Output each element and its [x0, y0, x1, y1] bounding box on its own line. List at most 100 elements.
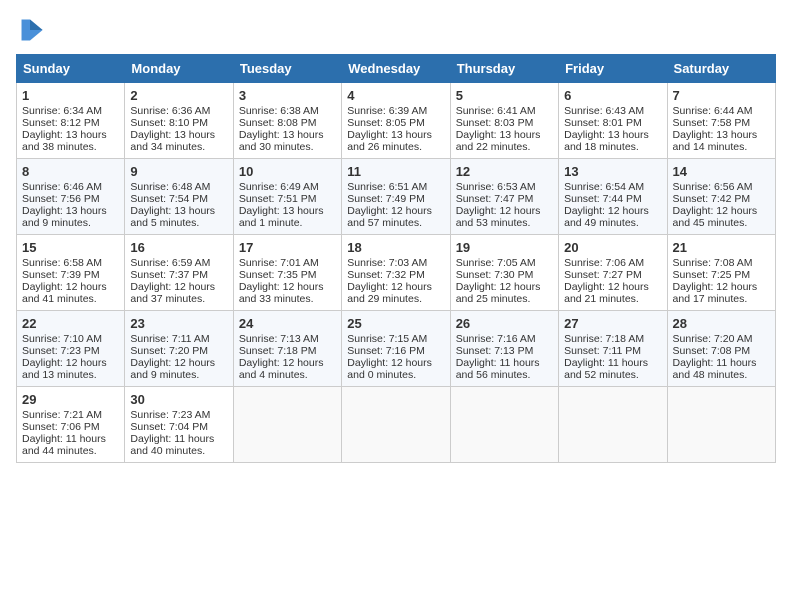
day-number: 4	[347, 88, 444, 103]
daylight-label: Daylight: 12 hours and 41 minutes.	[22, 281, 107, 305]
calendar-cell: 23 Sunrise: 7:11 AM Sunset: 7:20 PM Dayl…	[125, 311, 233, 387]
day-number: 15	[22, 240, 119, 255]
sunset-text: Sunset: 8:01 PM	[564, 117, 642, 129]
sunset-text: Sunset: 8:03 PM	[456, 117, 534, 129]
sunset-text: Sunset: 7:51 PM	[239, 193, 317, 205]
daylight-label: Daylight: 13 hours and 1 minute.	[239, 205, 324, 229]
day-number: 17	[239, 240, 336, 255]
daylight-label: Daylight: 13 hours and 18 minutes.	[564, 129, 649, 153]
sunset-text: Sunset: 7:13 PM	[456, 345, 534, 357]
sunrise-text: Sunrise: 7:18 AM	[564, 333, 644, 345]
day-number: 25	[347, 316, 444, 331]
sunset-text: Sunset: 7:42 PM	[673, 193, 751, 205]
sunrise-text: Sunrise: 6:34 AM	[22, 105, 102, 117]
sunrise-text: Sunrise: 6:38 AM	[239, 105, 319, 117]
sunrise-text: Sunrise: 6:44 AM	[673, 105, 753, 117]
col-header-sunday: Sunday	[17, 55, 125, 83]
daylight-label: Daylight: 13 hours and 14 minutes.	[673, 129, 758, 153]
calendar-cell: 5 Sunrise: 6:41 AM Sunset: 8:03 PM Dayli…	[450, 83, 558, 159]
sunset-text: Sunset: 8:12 PM	[22, 117, 100, 129]
day-number: 24	[239, 316, 336, 331]
daylight-label: Daylight: 12 hours and 25 minutes.	[456, 281, 541, 305]
daylight-label: Daylight: 12 hours and 0 minutes.	[347, 357, 432, 381]
daylight-label: Daylight: 13 hours and 22 minutes.	[456, 129, 541, 153]
daylight-label: Daylight: 12 hours and 21 minutes.	[564, 281, 649, 305]
sunrise-text: Sunrise: 7:08 AM	[673, 257, 753, 269]
day-number: 9	[130, 164, 227, 179]
sunrise-text: Sunrise: 6:48 AM	[130, 181, 210, 193]
sunset-text: Sunset: 7:44 PM	[564, 193, 642, 205]
sunset-text: Sunset: 7:47 PM	[456, 193, 534, 205]
daylight-label: Daylight: 11 hours and 48 minutes.	[673, 357, 757, 381]
calendar-cell: 16 Sunrise: 6:59 AM Sunset: 7:37 PM Dayl…	[125, 235, 233, 311]
daylight-label: Daylight: 12 hours and 45 minutes.	[673, 205, 758, 229]
calendar-cell: 9 Sunrise: 6:48 AM Sunset: 7:54 PM Dayli…	[125, 159, 233, 235]
calendar-cell: 3 Sunrise: 6:38 AM Sunset: 8:08 PM Dayli…	[233, 83, 341, 159]
day-number: 11	[347, 164, 444, 179]
calendar-cell: 10 Sunrise: 6:49 AM Sunset: 7:51 PM Dayl…	[233, 159, 341, 235]
daylight-label: Daylight: 11 hours and 52 minutes.	[564, 357, 648, 381]
calendar-week-row: 29 Sunrise: 7:21 AM Sunset: 7:06 PM Dayl…	[17, 387, 776, 463]
sunrise-text: Sunrise: 6:56 AM	[673, 181, 753, 193]
sunset-text: Sunset: 7:39 PM	[22, 269, 100, 281]
calendar-cell: 17 Sunrise: 7:01 AM Sunset: 7:35 PM Dayl…	[233, 235, 341, 311]
sunset-text: Sunset: 7:08 PM	[673, 345, 751, 357]
sunset-text: Sunset: 7:23 PM	[22, 345, 100, 357]
sunset-text: Sunset: 7:35 PM	[239, 269, 317, 281]
calendar-week-row: 22 Sunrise: 7:10 AM Sunset: 7:23 PM Dayl…	[17, 311, 776, 387]
calendar-cell	[233, 387, 341, 463]
page-header	[16, 16, 776, 44]
calendar-cell: 13 Sunrise: 6:54 AM Sunset: 7:44 PM Dayl…	[559, 159, 667, 235]
calendar-week-row: 15 Sunrise: 6:58 AM Sunset: 7:39 PM Dayl…	[17, 235, 776, 311]
calendar-cell: 26 Sunrise: 7:16 AM Sunset: 7:13 PM Dayl…	[450, 311, 558, 387]
daylight-label: Daylight: 12 hours and 4 minutes.	[239, 357, 324, 381]
sunrise-text: Sunrise: 7:15 AM	[347, 333, 427, 345]
calendar-cell: 21 Sunrise: 7:08 AM Sunset: 7:25 PM Dayl…	[667, 235, 775, 311]
day-number: 13	[564, 164, 661, 179]
sunrise-text: Sunrise: 6:43 AM	[564, 105, 644, 117]
calendar-cell: 11 Sunrise: 6:51 AM Sunset: 7:49 PM Dayl…	[342, 159, 450, 235]
calendar-cell: 29 Sunrise: 7:21 AM Sunset: 7:06 PM Dayl…	[17, 387, 125, 463]
day-number: 12	[456, 164, 553, 179]
daylight-label: Daylight: 12 hours and 37 minutes.	[130, 281, 215, 305]
day-number: 2	[130, 88, 227, 103]
sunset-text: Sunset: 8:08 PM	[239, 117, 317, 129]
sunset-text: Sunset: 8:10 PM	[130, 117, 208, 129]
sunrise-text: Sunrise: 7:16 AM	[456, 333, 536, 345]
sunrise-text: Sunrise: 6:59 AM	[130, 257, 210, 269]
day-number: 16	[130, 240, 227, 255]
daylight-label: Daylight: 13 hours and 26 minutes.	[347, 129, 432, 153]
sunrise-text: Sunrise: 6:46 AM	[22, 181, 102, 193]
daylight-label: Daylight: 13 hours and 38 minutes.	[22, 129, 107, 153]
calendar-cell: 15 Sunrise: 6:58 AM Sunset: 7:39 PM Dayl…	[17, 235, 125, 311]
sunset-text: Sunset: 7:20 PM	[130, 345, 208, 357]
day-number: 26	[456, 316, 553, 331]
sunset-text: Sunset: 7:11 PM	[564, 345, 641, 357]
sunset-text: Sunset: 7:37 PM	[130, 269, 208, 281]
col-header-tuesday: Tuesday	[233, 55, 341, 83]
daylight-label: Daylight: 12 hours and 29 minutes.	[347, 281, 432, 305]
sunrise-text: Sunrise: 6:58 AM	[22, 257, 102, 269]
col-header-saturday: Saturday	[667, 55, 775, 83]
sunrise-text: Sunrise: 6:49 AM	[239, 181, 319, 193]
calendar-cell: 8 Sunrise: 6:46 AM Sunset: 7:56 PM Dayli…	[17, 159, 125, 235]
day-number: 23	[130, 316, 227, 331]
calendar-cell: 22 Sunrise: 7:10 AM Sunset: 7:23 PM Dayl…	[17, 311, 125, 387]
calendar-cell	[342, 387, 450, 463]
col-header-wednesday: Wednesday	[342, 55, 450, 83]
sunset-text: Sunset: 7:30 PM	[456, 269, 534, 281]
sunset-text: Sunset: 7:56 PM	[22, 193, 100, 205]
sunset-text: Sunset: 8:05 PM	[347, 117, 425, 129]
daylight-label: Daylight: 12 hours and 17 minutes.	[673, 281, 758, 305]
col-header-monday: Monday	[125, 55, 233, 83]
day-number: 1	[22, 88, 119, 103]
day-number: 19	[456, 240, 553, 255]
sunrise-text: Sunrise: 7:10 AM	[22, 333, 102, 345]
calendar-week-row: 1 Sunrise: 6:34 AM Sunset: 8:12 PM Dayli…	[17, 83, 776, 159]
sunrise-text: Sunrise: 6:53 AM	[456, 181, 536, 193]
col-header-thursday: Thursday	[450, 55, 558, 83]
col-header-friday: Friday	[559, 55, 667, 83]
sunrise-text: Sunrise: 7:21 AM	[22, 409, 102, 421]
calendar-week-row: 8 Sunrise: 6:46 AM Sunset: 7:56 PM Dayli…	[17, 159, 776, 235]
calendar-cell: 12 Sunrise: 6:53 AM Sunset: 7:47 PM Dayl…	[450, 159, 558, 235]
